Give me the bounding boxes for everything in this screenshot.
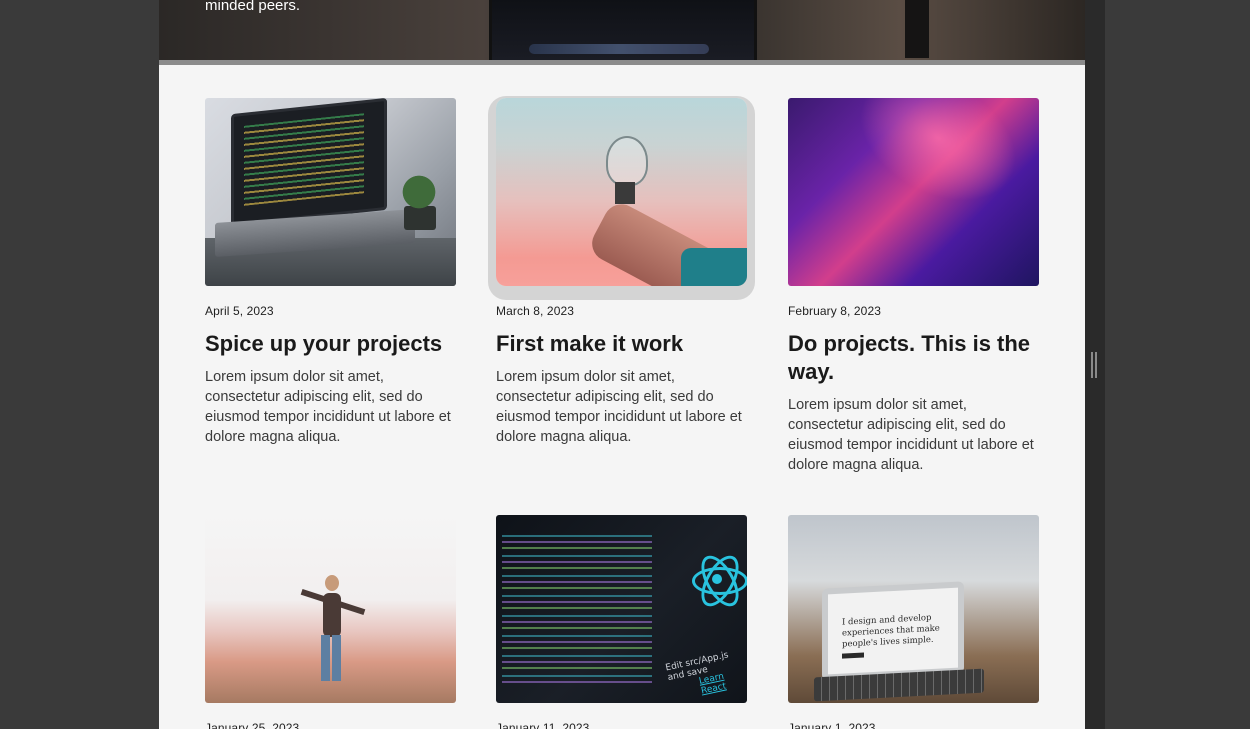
post-excerpt: Lorem ipsum dolor sit amet, consectetur … <box>788 397 1034 473</box>
react-logo-icon <box>692 541 747 625</box>
post-date: April 5, 2023 <box>205 304 274 318</box>
image-caption: I design and develop experiences that ma… <box>842 612 940 650</box>
hero-dock-image <box>529 44 709 54</box>
post-card[interactable]: Edit src/App.js and save Learn React Jan… <box>496 515 748 729</box>
post-date: January 1, 2023 <box>788 721 876 729</box>
post-excerpt: Lorem ipsum dolor sit amet, consectetur … <box>496 369 742 445</box>
post-thumbnail[interactable]: Edit src/App.js and save Learn React <box>496 515 747 703</box>
person-icon <box>323 593 341 637</box>
post-card[interactable]: January 25, 2023 <box>205 515 457 729</box>
post-date: February 8, 2023 <box>788 304 881 318</box>
post-title[interactable]: Do projects. This is the way. <box>788 330 1040 386</box>
hero-subtitle: minded peers. <box>205 0 301 14</box>
blog-page: minded peers. April 5, 2023 Spice up you… <box>159 0 1085 729</box>
post-date: January 25, 2023 <box>205 721 300 729</box>
post-card[interactable]: February 8, 2023 Do projects. This is th… <box>788 98 1040 475</box>
laptop-icon: I design and develop experiences that ma… <box>822 581 964 681</box>
resize-handle-icon[interactable] <box>1091 352 1097 378</box>
post-date: January 11, 2023 <box>496 721 590 729</box>
post-card[interactable]: I design and develop experiences that ma… <box>788 515 1040 729</box>
post-thumbnail[interactable] <box>788 98 1039 286</box>
post-thumbnail[interactable] <box>496 98 747 286</box>
post-thumbnail[interactable] <box>205 98 456 286</box>
post-excerpt: Lorem ipsum dolor sit amet, consectetur … <box>205 369 451 445</box>
abstract-glow-icon <box>830 98 1039 234</box>
laptop-code-icon <box>231 98 387 227</box>
hero-divider <box>159 60 1085 65</box>
post-title[interactable]: Spice up your projects <box>205 330 457 358</box>
hero-banner: minded peers. <box>159 0 1085 61</box>
plant-icon <box>401 168 437 228</box>
post-thumbnail[interactable] <box>205 515 456 703</box>
post-thumbnail[interactable]: I design and develop experiences that ma… <box>788 515 1039 703</box>
lightbulb-icon <box>606 136 648 186</box>
post-card[interactable]: March 8, 2023 First make it work Lorem i… <box>496 98 748 447</box>
hero-stand-image <box>905 0 929 58</box>
image-caption: Edit src/App.js and save Learn React <box>664 650 730 697</box>
post-card[interactable]: April 5, 2023 Spice up your projects Lor… <box>205 98 457 447</box>
post-title[interactable]: First make it work <box>496 330 748 358</box>
post-date: March 8, 2023 <box>496 304 575 318</box>
